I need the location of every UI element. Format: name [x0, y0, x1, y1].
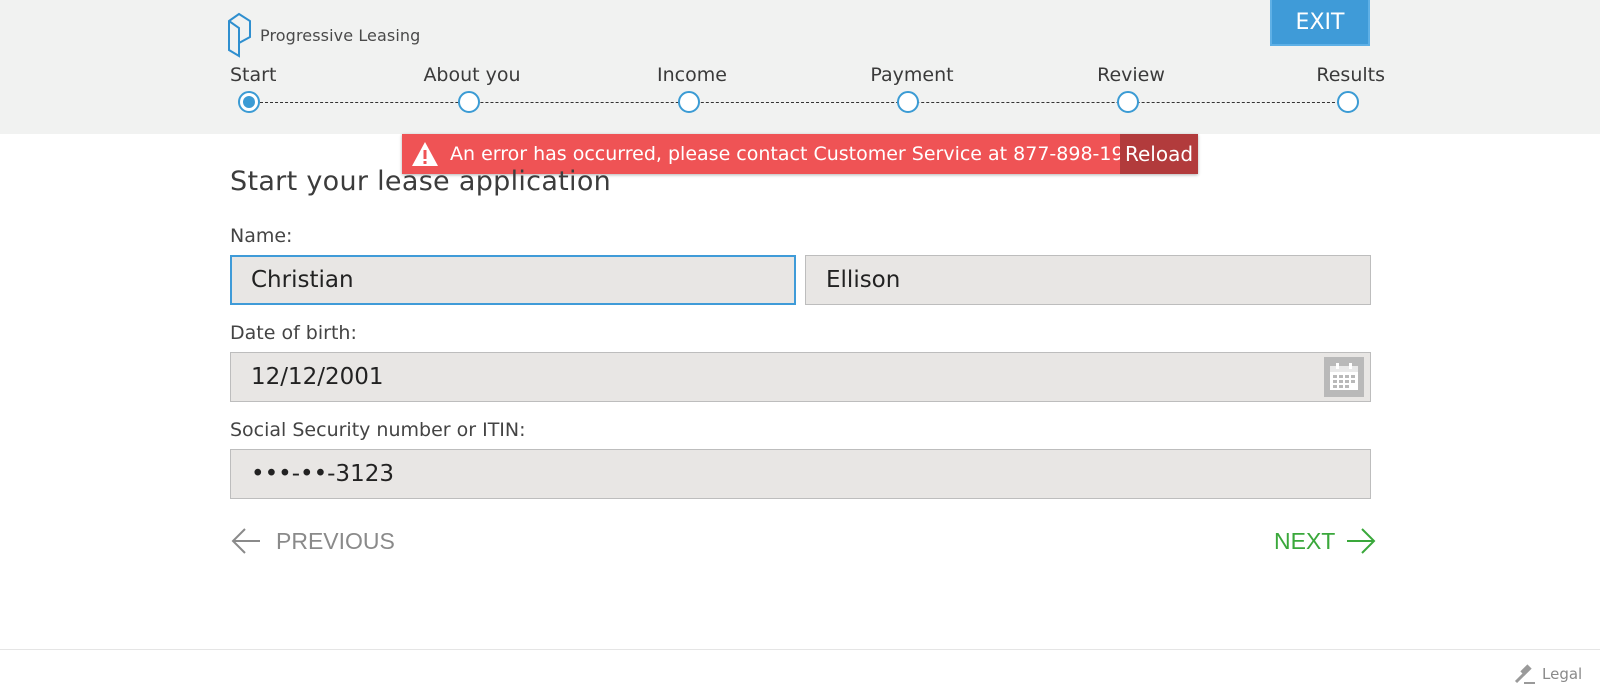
last-name-input[interactable] [805, 255, 1371, 305]
stepper-line [260, 102, 1350, 103]
step-dot-start [238, 91, 260, 113]
footer-divider [0, 649, 1600, 650]
step-label-income: Income [657, 64, 727, 86]
calendar-button[interactable] [1324, 357, 1364, 397]
error-message: An error has occurred, please contact Cu… [450, 143, 1148, 165]
name-label: Name: [230, 225, 293, 247]
step-dot-payment [897, 91, 919, 113]
exit-button[interactable]: EXIT [1270, 0, 1370, 46]
legal-link[interactable]: Legal [1514, 663, 1582, 685]
step-label-review: Review [1097, 64, 1165, 86]
ssn-input[interactable] [230, 449, 1371, 499]
calendar-icon [1330, 363, 1358, 390]
step-dot-results [1337, 91, 1359, 113]
arrow-left-icon [231, 528, 260, 554]
step-dot-review [1117, 91, 1139, 113]
gavel-icon [1514, 664, 1535, 684]
first-name-input[interactable] [230, 255, 796, 305]
ssn-label: Social Security number or ITIN: [230, 419, 526, 441]
logo[interactable]: Progressive Leasing [226, 12, 420, 58]
step-dot-about-you [458, 91, 480, 113]
header: Progressive Leasing EXIT Start About you… [0, 0, 1600, 134]
progressive-logo-icon [228, 12, 251, 58]
step-label-about-you: About you [423, 64, 521, 86]
dob-label: Date of birth: [230, 322, 357, 344]
next-label: NEXT [1274, 527, 1336, 554]
logo-text: Progressive Leasing [260, 25, 421, 45]
progress-stepper: Start About you Income Payment Review Re… [0, 62, 1600, 122]
warning-icon [412, 142, 438, 166]
previous-label: PREVIOUS [276, 527, 395, 554]
step-dot-income [678, 91, 700, 113]
page-title: Start your lease application [230, 166, 612, 197]
dob-input[interactable] [230, 352, 1371, 402]
arrow-right-icon [1347, 528, 1376, 554]
legal-label: Legal [1542, 665, 1583, 683]
reload-button[interactable]: Reload [1120, 134, 1198, 174]
step-label-results: Results [1316, 64, 1385, 86]
step-label-payment: Payment [870, 64, 954, 86]
next-button[interactable]: NEXT [1274, 526, 1377, 556]
step-label-start: Start [230, 64, 277, 86]
previous-button[interactable]: PREVIOUS [230, 526, 395, 556]
